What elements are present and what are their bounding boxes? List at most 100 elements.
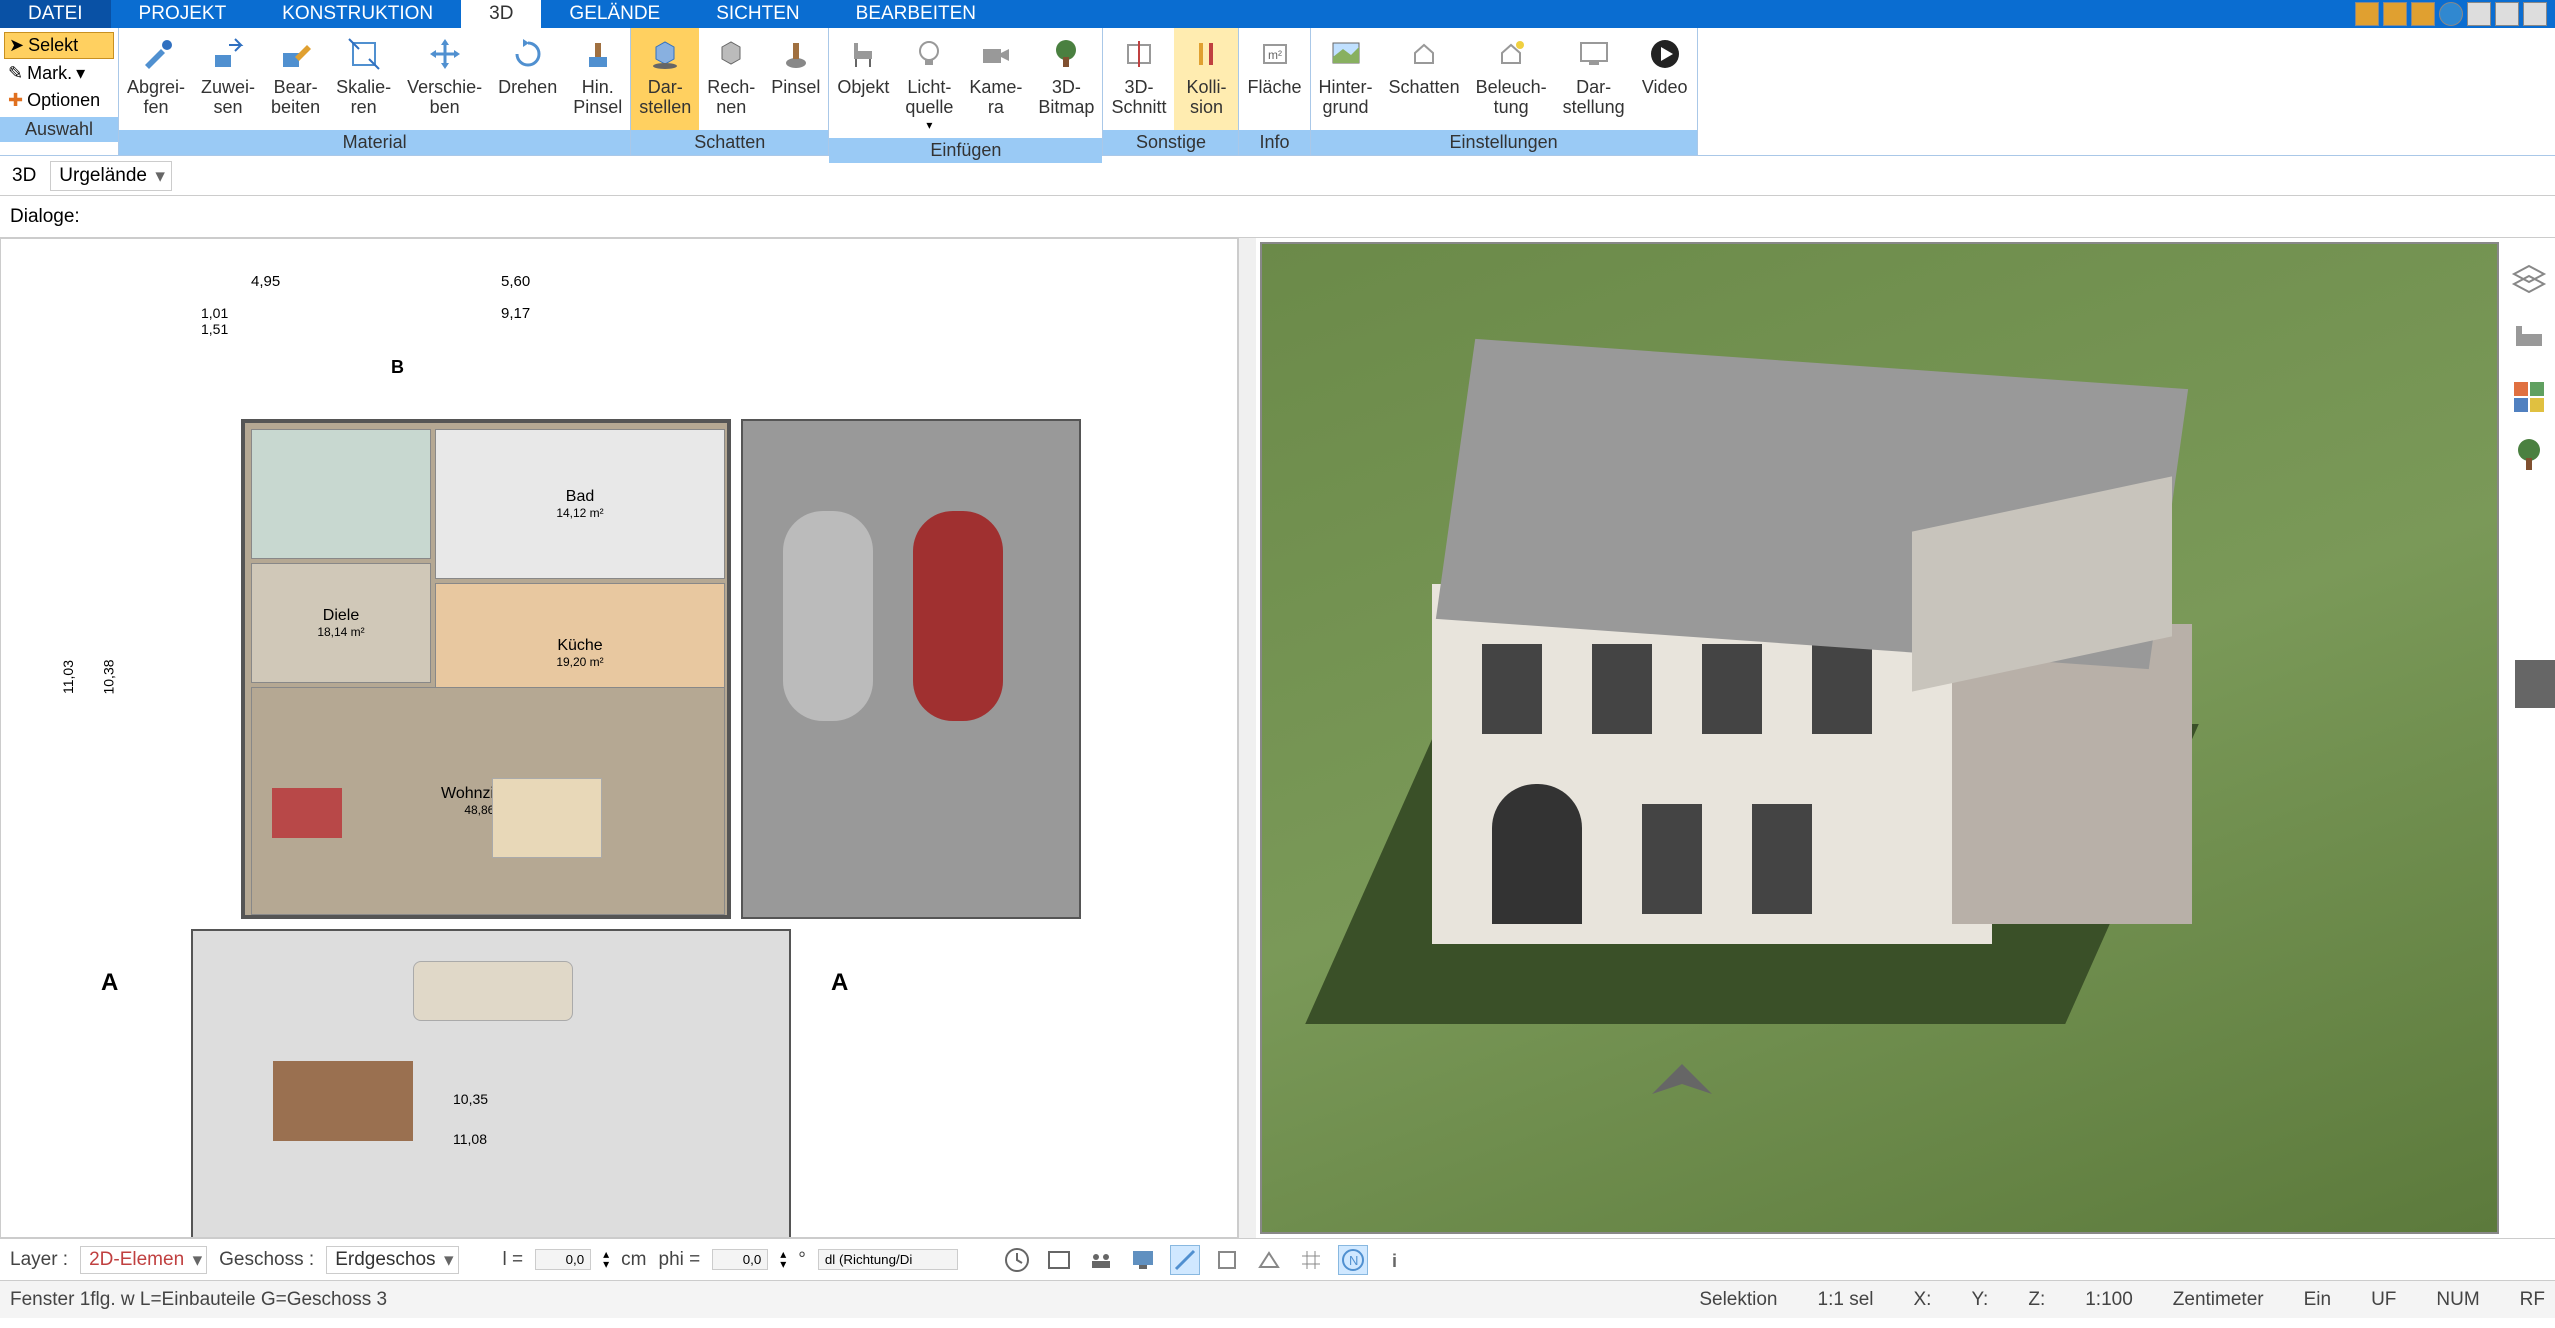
geschoss-dropdown[interactable]: Erdgeschos [326, 1246, 458, 1274]
3d-view[interactable] [1260, 242, 2500, 1234]
darstellen-button[interactable]: Dar- stellen [631, 28, 699, 130]
video-button[interactable]: Video [1633, 28, 1697, 130]
schnitt3d-button[interactable]: 3D- Schnitt [1103, 28, 1174, 130]
status-bar: Fenster 1flg. w L=Einbauteile G=Geschoss… [0, 1280, 2555, 1318]
group-icon[interactable] [1086, 1245, 1116, 1275]
l-input[interactable] [535, 1249, 591, 1270]
ribbon-section-info: m²Fläche Info [1239, 28, 1310, 155]
bitmap3d-button[interactable]: 3D- Bitmap [1030, 28, 1102, 138]
l-stepper[interactable]: ▴▾ [603, 1250, 609, 1269]
hinpinsel-button[interactable]: Hin. Pinsel [565, 28, 630, 130]
menu-datei[interactable]: DATEI [0, 0, 111, 28]
phi-label: phi = [659, 1249, 701, 1271]
menu-sichten[interactable]: SICHTEN [688, 0, 827, 28]
status-unit: Zentimeter [2173, 1289, 2264, 1311]
close-icon[interactable] [2523, 2, 2547, 26]
scrollbar-2d[interactable] [1238, 238, 1256, 1238]
status-y: Y: [1971, 1289, 1988, 1311]
ribbon-label-info: Info [1239, 130, 1309, 155]
help-icon[interactable] [2439, 2, 2463, 26]
menu-projekt[interactable]: PROJEKT [111, 0, 255, 28]
svg-text:m²: m² [1268, 48, 1282, 62]
plus-icon: ✚ [8, 90, 23, 111]
room-bad: Bad14,12 m² [435, 429, 725, 579]
pencil-icon: ✎ [8, 63, 23, 84]
snap1-icon[interactable] [1170, 1245, 1200, 1275]
phi-input[interactable] [712, 1249, 768, 1270]
drehen-button[interactable]: Drehen [490, 28, 565, 130]
area-icon: m² [1255, 34, 1295, 74]
flaeche-button[interactable]: m²Fläche [1239, 28, 1309, 130]
2d-floorplan-view[interactable]: 4,95 5,60 9,17 1,01 1,51 Bad14,12 m² Die… [0, 238, 1238, 1238]
phi-stepper[interactable]: ▴▾ [780, 1250, 786, 1269]
grid-icon[interactable] [1296, 1245, 1326, 1275]
snap2-icon[interactable] [1212, 1245, 1242, 1275]
menu-konstruktion[interactable]: KONSTRUKTION [254, 0, 461, 28]
selekt-button[interactable]: ➤Selekt [4, 32, 114, 59]
expand-handle[interactable] [2515, 660, 2555, 708]
pinsel-button[interactable]: Pinsel [763, 28, 828, 130]
abgreifen-button[interactable]: Abgrei- fen [119, 28, 193, 130]
garage [741, 419, 1081, 919]
hintergrund-button[interactable]: Hinter- grund [1311, 28, 1381, 130]
terrace-dim-2: 11,08 [453, 1131, 487, 1147]
brush2-icon [776, 34, 816, 74]
verschieben-button[interactable]: Verschie- ben [399, 28, 490, 130]
mark-button[interactable]: ✎Mark.▾ [4, 61, 114, 86]
maximize-icon[interactable] [2495, 2, 2519, 26]
dl-input[interactable] [818, 1249, 958, 1270]
dim-top-3: 9,17 [501, 305, 530, 322]
dim-top-2: 5,60 [501, 273, 530, 290]
snap3-icon[interactable] [1254, 1245, 1284, 1275]
skalieren-button[interactable]: Skalie- ren [328, 28, 399, 130]
ribbon-label-material: Material [119, 130, 630, 155]
furniture-icon[interactable] [2510, 320, 2548, 358]
menu-bearbeiten[interactable]: BEARBEITEN [828, 0, 1004, 28]
optionen-button[interactable]: ✚Optionen [4, 88, 114, 113]
cursor-icon: ➤ [9, 35, 24, 56]
zuweisen-button[interactable]: Zuwei- sen [193, 28, 263, 130]
screen-icon[interactable] [1128, 1245, 1158, 1275]
deg-label: ° [798, 1249, 806, 1271]
window-icon[interactable] [1044, 1245, 1074, 1275]
lichtquelle-button[interactable]: Licht- quelle▾ [897, 28, 961, 138]
status-rf: RF [2520, 1289, 2545, 1311]
kollision-button[interactable]: Kolli- sion [1174, 28, 1238, 130]
clock-icon[interactable] [1002, 1245, 1032, 1275]
terrace: 10,35 11,08 [191, 929, 791, 1238]
layer-dropdown[interactable]: Urgelände [50, 161, 172, 191]
ribbon-label-einfuegen: Einfügen [829, 138, 1102, 163]
room-stairs [251, 429, 431, 559]
ribbon: ➤Selekt ✎Mark.▾ ✚Optionen Auswahl Abgrei… [0, 28, 2555, 156]
darstellung-button[interactable]: Dar- stellung [1555, 28, 1633, 130]
rechnen-button[interactable]: Rech- nen [699, 28, 763, 130]
materials-icon[interactable] [2510, 378, 2548, 416]
tool-icon-1[interactable] [2355, 2, 2379, 26]
menu-gelaende[interactable]: GELÄNDE [541, 0, 688, 28]
menu-3d[interactable]: 3D [461, 0, 541, 28]
plants-icon[interactable] [2510, 436, 2548, 474]
sofa [272, 788, 342, 838]
layer-dropdown-bottom[interactable]: 2D-Elemen [80, 1246, 207, 1274]
window-controls [2355, 0, 2555, 28]
minimize-icon[interactable] [2467, 2, 2491, 26]
schatten-settings-button[interactable]: Schatten [1381, 28, 1468, 130]
objekt-button[interactable]: Objekt [829, 28, 897, 138]
window-3d-5 [1642, 804, 1702, 914]
ribbon-label-einstellungen: Einstellungen [1311, 130, 1697, 155]
tool-icon-3[interactable] [2411, 2, 2435, 26]
dropdown-icon: ▾ [926, 118, 932, 132]
bulb-icon [909, 34, 949, 74]
layers-icon[interactable] [2510, 262, 2548, 300]
status-z: Z: [2028, 1289, 2045, 1311]
beleuchtung-button[interactable]: Beleuch- tung [1468, 28, 1555, 130]
info-icon[interactable]: i [1380, 1245, 1410, 1275]
north-icon[interactable]: N [1338, 1245, 1368, 1275]
display-icon [1574, 34, 1614, 74]
tool-icon-2[interactable] [2383, 2, 2407, 26]
mode-label: 3D [6, 163, 42, 189]
collision-icon [1186, 34, 1226, 74]
calc-shadow-icon [711, 34, 751, 74]
bearbeiten-button[interactable]: Bear- beiten [263, 28, 328, 130]
kamera-button[interactable]: Kame- ra [961, 28, 1030, 138]
